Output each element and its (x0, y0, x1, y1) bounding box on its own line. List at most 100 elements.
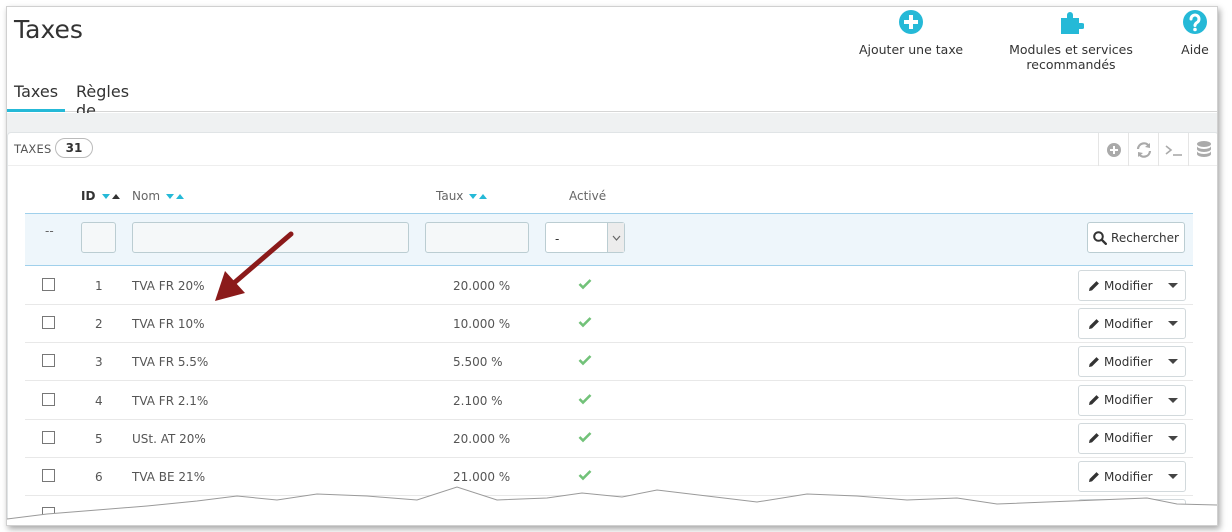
check-icon[interactable] (578, 431, 592, 443)
check-icon[interactable] (578, 393, 592, 405)
modify-dropdown-toggle[interactable] (1161, 347, 1185, 376)
modify-dropdown-toggle[interactable] (1161, 309, 1185, 338)
filter-active-select[interactable]: - (545, 222, 625, 253)
modify-button[interactable]: Modifier (1079, 386, 1161, 415)
refresh-icon (1136, 141, 1151, 158)
pencil-icon (1089, 280, 1099, 291)
table-row: 7 ДДС BG 20% 20.000 % Modifier (25, 496, 1193, 525)
add-tax-label: Ajouter une taxe (858, 42, 964, 57)
row-checkbox[interactable] (42, 278, 55, 291)
panel-heading: TAXES 31 (8, 133, 1217, 166)
search-button[interactable]: Rechercher (1087, 222, 1185, 253)
database-export-icon (1196, 140, 1211, 157)
row-checkbox[interactable] (42, 354, 55, 368)
plus-circle-icon (899, 10, 923, 34)
cell-taux: 20.000 % (453, 279, 511, 293)
column-header-id: ID (81, 189, 120, 203)
check-icon[interactable] (578, 469, 592, 481)
export-action[interactable] (1188, 133, 1217, 166)
cell-id: 4 (95, 393, 103, 408)
sql-query-icon (1165, 144, 1182, 156)
modify-button[interactable]: Modifier (1079, 271, 1161, 300)
check-icon[interactable] (578, 507, 592, 519)
refresh-action[interactable] (1128, 133, 1158, 166)
modify-button-group: Modifier (1078, 499, 1186, 525)
sql-query-action[interactable] (1158, 133, 1188, 166)
add-new-action[interactable] (1098, 133, 1128, 166)
check-icon[interactable] (578, 316, 592, 328)
taxes-panel: TAXES 31 ID Nom Taux Activé -- - Recherc… (7, 132, 1217, 525)
row-checkbox[interactable] (42, 469, 55, 482)
recommended-modules-button[interactable]: Modules et services recommandés (967, 9, 1175, 72)
pencil-icon (1089, 356, 1099, 367)
pencil-icon (1089, 395, 1099, 406)
pencil-icon (1089, 318, 1099, 329)
modify-dropdown-toggle[interactable] (1161, 386, 1185, 415)
cell-id: 3 (95, 355, 103, 370)
sort-desc-icon[interactable] (469, 194, 478, 199)
pencil-icon (1089, 509, 1099, 520)
cell-taux: 5.500 % (453, 355, 503, 370)
modify-button-group: Modifier (1078, 422, 1186, 454)
modify-dropdown-toggle[interactable] (1161, 424, 1185, 453)
filter-dash: -- (45, 224, 54, 238)
modify-button[interactable]: Modifier (1079, 500, 1161, 525)
modify-button[interactable]: Modifier (1079, 424, 1161, 453)
panel-title: TAXES (14, 142, 52, 156)
modify-button-group: Modifier (1078, 346, 1186, 378)
sort-asc-icon[interactable] (111, 194, 120, 199)
sort-asc-icon[interactable] (175, 194, 184, 199)
modify-button[interactable]: Modifier (1079, 347, 1161, 376)
pencil-icon (1089, 471, 1099, 482)
cell-taux: 20.000 % (453, 508, 511, 523)
table-row: 4 TVA FR 2.1% 2.100 % Modifier (25, 382, 1193, 420)
caret-down-icon (1168, 359, 1178, 365)
cell-nom: ДДС BG 20% (132, 508, 211, 523)
page-title: Taxes (14, 15, 83, 44)
page-header: Taxes Ajouter une taxe Modules et servic… (7, 7, 1217, 139)
column-header-nom: Nom (132, 189, 184, 203)
cell-nom: TVA FR 5.5% (132, 355, 209, 370)
modify-button[interactable]: Modifier (1079, 462, 1161, 491)
table-row: 6 TVA BE 21% 21.000 % Modifier (25, 458, 1193, 496)
filter-id-input[interactable] (81, 222, 116, 253)
check-icon[interactable] (578, 354, 592, 366)
row-checkbox[interactable] (42, 392, 55, 406)
search-icon (1093, 230, 1108, 245)
chevron-down-icon (607, 223, 624, 252)
modify-dropdown-toggle[interactable] (1161, 500, 1185, 525)
tab-taxes[interactable]: Taxes (7, 79, 66, 112)
row-checkbox[interactable] (42, 316, 55, 330)
caret-down-icon (1168, 512, 1178, 518)
modify-button-group: Modifier (1078, 461, 1186, 492)
modify-button-group: Modifier (1078, 308, 1186, 340)
cell-taux: 21.000 % (453, 470, 511, 484)
sort-asc-icon[interactable] (479, 194, 488, 199)
help-label: Aide (1181, 42, 1209, 57)
check-icon[interactable] (578, 278, 592, 290)
row-checkbox[interactable] (42, 430, 55, 444)
table-row: 2 TVA FR 10% 10.000 % Modifier (25, 305, 1193, 344)
cell-taux: 2.100 % (453, 393, 503, 408)
recommended-modules-label: Modules et services recommandés (1009, 42, 1133, 72)
modify-dropdown-toggle[interactable] (1161, 271, 1185, 300)
add-icon (1106, 142, 1121, 157)
modify-button-group: Modifier (1078, 384, 1186, 416)
filter-taux-input[interactable] (425, 222, 529, 253)
modify-button-group: Modifier (1078, 270, 1186, 301)
modify-button[interactable]: Modifier (1079, 309, 1161, 338)
tab-tax-rules[interactable]: Règles de taxes (69, 79, 136, 139)
modify-dropdown-toggle[interactable] (1161, 462, 1185, 491)
sort-desc-icon[interactable] (101, 194, 110, 199)
caret-down-icon (1168, 321, 1178, 327)
cell-id: 2 (95, 317, 103, 332)
sort-desc-icon[interactable] (165, 194, 174, 199)
cell-id: 6 (95, 470, 103, 484)
add-tax-button[interactable]: Ajouter une taxe (856, 9, 966, 57)
caret-down-icon (1168, 283, 1178, 288)
filter-nom-input[interactable] (132, 222, 409, 253)
cell-id: 7 (95, 508, 103, 523)
help-button[interactable]: Aide (1175, 9, 1215, 57)
row-checkbox[interactable] (42, 507, 55, 521)
cell-nom: TVA BE 21% (132, 470, 206, 484)
